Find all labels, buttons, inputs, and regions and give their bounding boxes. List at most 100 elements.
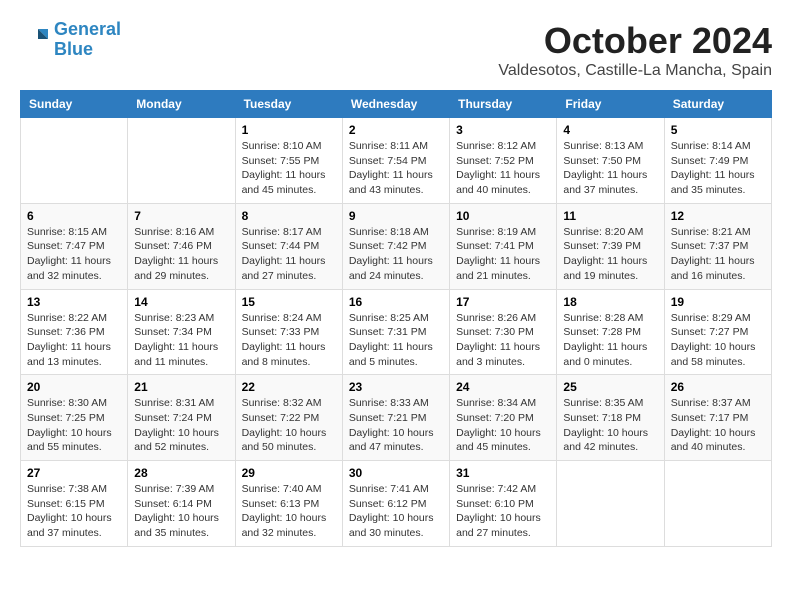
calendar-cell: 11 Sunrise: 8:20 AMSunset: 7:39 PMDayligh… <box>557 203 664 289</box>
day-info: Sunrise: 8:23 AMSunset: 7:34 PMDaylight:… <box>134 311 228 370</box>
calendar-cell: 13 Sunrise: 8:22 AMSunset: 7:36 PMDayligh… <box>21 289 128 375</box>
calendar-cell: 29 Sunrise: 7:40 AMSunset: 6:13 PMDayligh… <box>235 461 342 547</box>
day-info: Sunrise: 8:21 AMSunset: 7:37 PMDaylight:… <box>671 225 765 284</box>
day-info: Sunrise: 8:17 AMSunset: 7:44 PMDaylight:… <box>242 225 336 284</box>
weekday-header-row: SundayMondayTuesdayWednesdayThursdayFrid… <box>21 91 772 118</box>
calendar-cell: 20Sunrise: 8:30 AMSunset: 7:25 PMDayligh… <box>21 375 128 461</box>
calendar-cell <box>128 118 235 204</box>
day-info: Sunrise: 7:42 AMSunset: 6:10 PMDaylight:… <box>456 482 550 541</box>
calendar-table: SundayMondayTuesdayWednesdayThursdayFrid… <box>20 90 772 547</box>
weekday-header-wednesday: Wednesday <box>342 91 449 118</box>
day-info: Sunrise: 7:40 AMSunset: 6:13 PMDaylight:… <box>242 482 336 541</box>
logo: General Blue <box>20 20 121 60</box>
calendar-cell: 1 Sunrise: 8:10 AMSunset: 7:55 PMDaylight… <box>235 118 342 204</box>
day-number: 9 <box>349 209 443 223</box>
day-number: 20 <box>27 380 121 394</box>
day-number: 15 <box>242 295 336 309</box>
day-info: Sunrise: 8:12 AMSunset: 7:52 PMDaylight:… <box>456 139 550 198</box>
day-number: 28 <box>134 466 228 480</box>
day-number: 14 <box>134 295 228 309</box>
logo-text: General Blue <box>54 20 121 60</box>
calendar-cell <box>21 118 128 204</box>
day-info: Sunrise: 8:15 AMSunset: 7:47 PMDaylight:… <box>27 225 121 284</box>
logo-icon <box>20 25 50 55</box>
day-number: 12 <box>671 209 765 223</box>
day-number: 17 <box>456 295 550 309</box>
calendar-cell: 2Sunrise: 8:11 AMSunset: 7:54 PMDaylight… <box>342 118 449 204</box>
page-header: General Blue October 2024 Valdesotos, Ca… <box>20 20 772 80</box>
calendar-cell: 7 Sunrise: 8:16 AMSunset: 7:46 PMDaylight… <box>128 203 235 289</box>
calendar-cell <box>557 461 664 547</box>
weekday-header-thursday: Thursday <box>450 91 557 118</box>
calendar-cell: 16Sunrise: 8:25 AMSunset: 7:31 PMDayligh… <box>342 289 449 375</box>
day-number: 1 <box>242 123 336 137</box>
day-info: Sunrise: 8:29 AMSunset: 7:27 PMDaylight:… <box>671 311 765 370</box>
day-number: 2 <box>349 123 443 137</box>
day-info: Sunrise: 8:24 AMSunset: 7:33 PMDaylight:… <box>242 311 336 370</box>
calendar-cell: 10 Sunrise: 8:19 AMSunset: 7:41 PMDayligh… <box>450 203 557 289</box>
calendar-cell: 19 Sunrise: 8:29 AMSunset: 7:27 PMDayligh… <box>664 289 771 375</box>
calendar-week-3: 13 Sunrise: 8:22 AMSunset: 7:36 PMDayligh… <box>21 289 772 375</box>
weekday-header-tuesday: Tuesday <box>235 91 342 118</box>
day-number: 6 <box>27 209 121 223</box>
calendar-week-1: 1 Sunrise: 8:10 AMSunset: 7:55 PMDaylight… <box>21 118 772 204</box>
location-subtitle: Valdesotos, Castille-La Mancha, Spain <box>498 62 772 80</box>
day-info: Sunrise: 8:19 AMSunset: 7:41 PMDaylight:… <box>456 225 550 284</box>
day-info: Sunrise: 8:25 AMSunset: 7:31 PMDaylight:… <box>349 311 443 370</box>
calendar-cell: 15 Sunrise: 8:24 AMSunset: 7:33 PMDayligh… <box>235 289 342 375</box>
day-number: 25 <box>563 380 657 394</box>
day-info: Sunrise: 8:34 AMSunset: 7:20 PMDaylight:… <box>456 396 550 455</box>
calendar-cell: 8Sunrise: 8:17 AMSunset: 7:44 PMDaylight… <box>235 203 342 289</box>
calendar-week-2: 6 Sunrise: 8:15 AMSunset: 7:47 PMDaylight… <box>21 203 772 289</box>
day-info: Sunrise: 8:28 AMSunset: 7:28 PMDaylight:… <box>563 311 657 370</box>
day-number: 29 <box>242 466 336 480</box>
day-number: 19 <box>671 295 765 309</box>
day-number: 23 <box>349 380 443 394</box>
calendar-cell: 25 Sunrise: 8:35 AMSunset: 7:18 PMDayligh… <box>557 375 664 461</box>
day-info: Sunrise: 7:41 AMSunset: 6:12 PMDaylight:… <box>349 482 443 541</box>
calendar-cell: 14 Sunrise: 8:23 AMSunset: 7:34 PMDayligh… <box>128 289 235 375</box>
day-number: 26 <box>671 380 765 394</box>
calendar-cell: 3 Sunrise: 8:12 AMSunset: 7:52 PMDaylight… <box>450 118 557 204</box>
calendar-cell: 4Sunrise: 8:13 AMSunset: 7:50 PMDaylight… <box>557 118 664 204</box>
calendar-cell: 23 Sunrise: 8:33 AMSunset: 7:21 PMDayligh… <box>342 375 449 461</box>
day-info: Sunrise: 8:20 AMSunset: 7:39 PMDaylight:… <box>563 225 657 284</box>
day-info: Sunrise: 8:26 AMSunset: 7:30 PMDaylight:… <box>456 311 550 370</box>
day-info: Sunrise: 8:32 AMSunset: 7:22 PMDaylight:… <box>242 396 336 455</box>
calendar-week-5: 27Sunrise: 7:38 AMSunset: 6:15 PMDayligh… <box>21 461 772 547</box>
day-info: Sunrise: 8:35 AMSunset: 7:18 PMDaylight:… <box>563 396 657 455</box>
day-number: 3 <box>456 123 550 137</box>
calendar-cell: 12 Sunrise: 8:21 AMSunset: 7:37 PMDayligh… <box>664 203 771 289</box>
calendar-cell: 27Sunrise: 7:38 AMSunset: 6:15 PMDayligh… <box>21 461 128 547</box>
weekday-header-saturday: Saturday <box>664 91 771 118</box>
day-info: Sunrise: 8:31 AMSunset: 7:24 PMDaylight:… <box>134 396 228 455</box>
calendar-cell: 18Sunrise: 8:28 AMSunset: 7:28 PMDayligh… <box>557 289 664 375</box>
day-number: 10 <box>456 209 550 223</box>
day-info: Sunrise: 8:10 AMSunset: 7:55 PMDaylight:… <box>242 139 336 198</box>
weekday-header-monday: Monday <box>128 91 235 118</box>
day-info: Sunrise: 8:18 AMSunset: 7:42 PMDaylight:… <box>349 225 443 284</box>
calendar-cell: 6 Sunrise: 8:15 AMSunset: 7:47 PMDaylight… <box>21 203 128 289</box>
day-number: 22 <box>242 380 336 394</box>
day-info: Sunrise: 8:33 AMSunset: 7:21 PMDaylight:… <box>349 396 443 455</box>
day-number: 11 <box>563 209 657 223</box>
day-number: 21 <box>134 380 228 394</box>
day-info: Sunrise: 8:16 AMSunset: 7:46 PMDaylight:… <box>134 225 228 284</box>
day-info: Sunrise: 8:14 AMSunset: 7:49 PMDaylight:… <box>671 139 765 198</box>
calendar-week-4: 20Sunrise: 8:30 AMSunset: 7:25 PMDayligh… <box>21 375 772 461</box>
day-number: 31 <box>456 466 550 480</box>
calendar-body: 1 Sunrise: 8:10 AMSunset: 7:55 PMDaylight… <box>21 118 772 547</box>
day-info: Sunrise: 7:39 AMSunset: 6:14 PMDaylight:… <box>134 482 228 541</box>
day-number: 5 <box>671 123 765 137</box>
calendar-cell: 17 Sunrise: 8:26 AMSunset: 7:30 PMDayligh… <box>450 289 557 375</box>
calendar-cell: 28 Sunrise: 7:39 AMSunset: 6:14 PMDayligh… <box>128 461 235 547</box>
day-info: Sunrise: 7:38 AMSunset: 6:15 PMDaylight:… <box>27 482 121 541</box>
calendar-cell: 9 Sunrise: 8:18 AMSunset: 7:42 PMDaylight… <box>342 203 449 289</box>
day-number: 13 <box>27 295 121 309</box>
day-number: 4 <box>563 123 657 137</box>
day-info: Sunrise: 8:22 AMSunset: 7:36 PMDaylight:… <box>27 311 121 370</box>
day-number: 7 <box>134 209 228 223</box>
calendar-cell: 24Sunrise: 8:34 AMSunset: 7:20 PMDayligh… <box>450 375 557 461</box>
calendar-cell <box>664 461 771 547</box>
weekday-header-friday: Friday <box>557 91 664 118</box>
